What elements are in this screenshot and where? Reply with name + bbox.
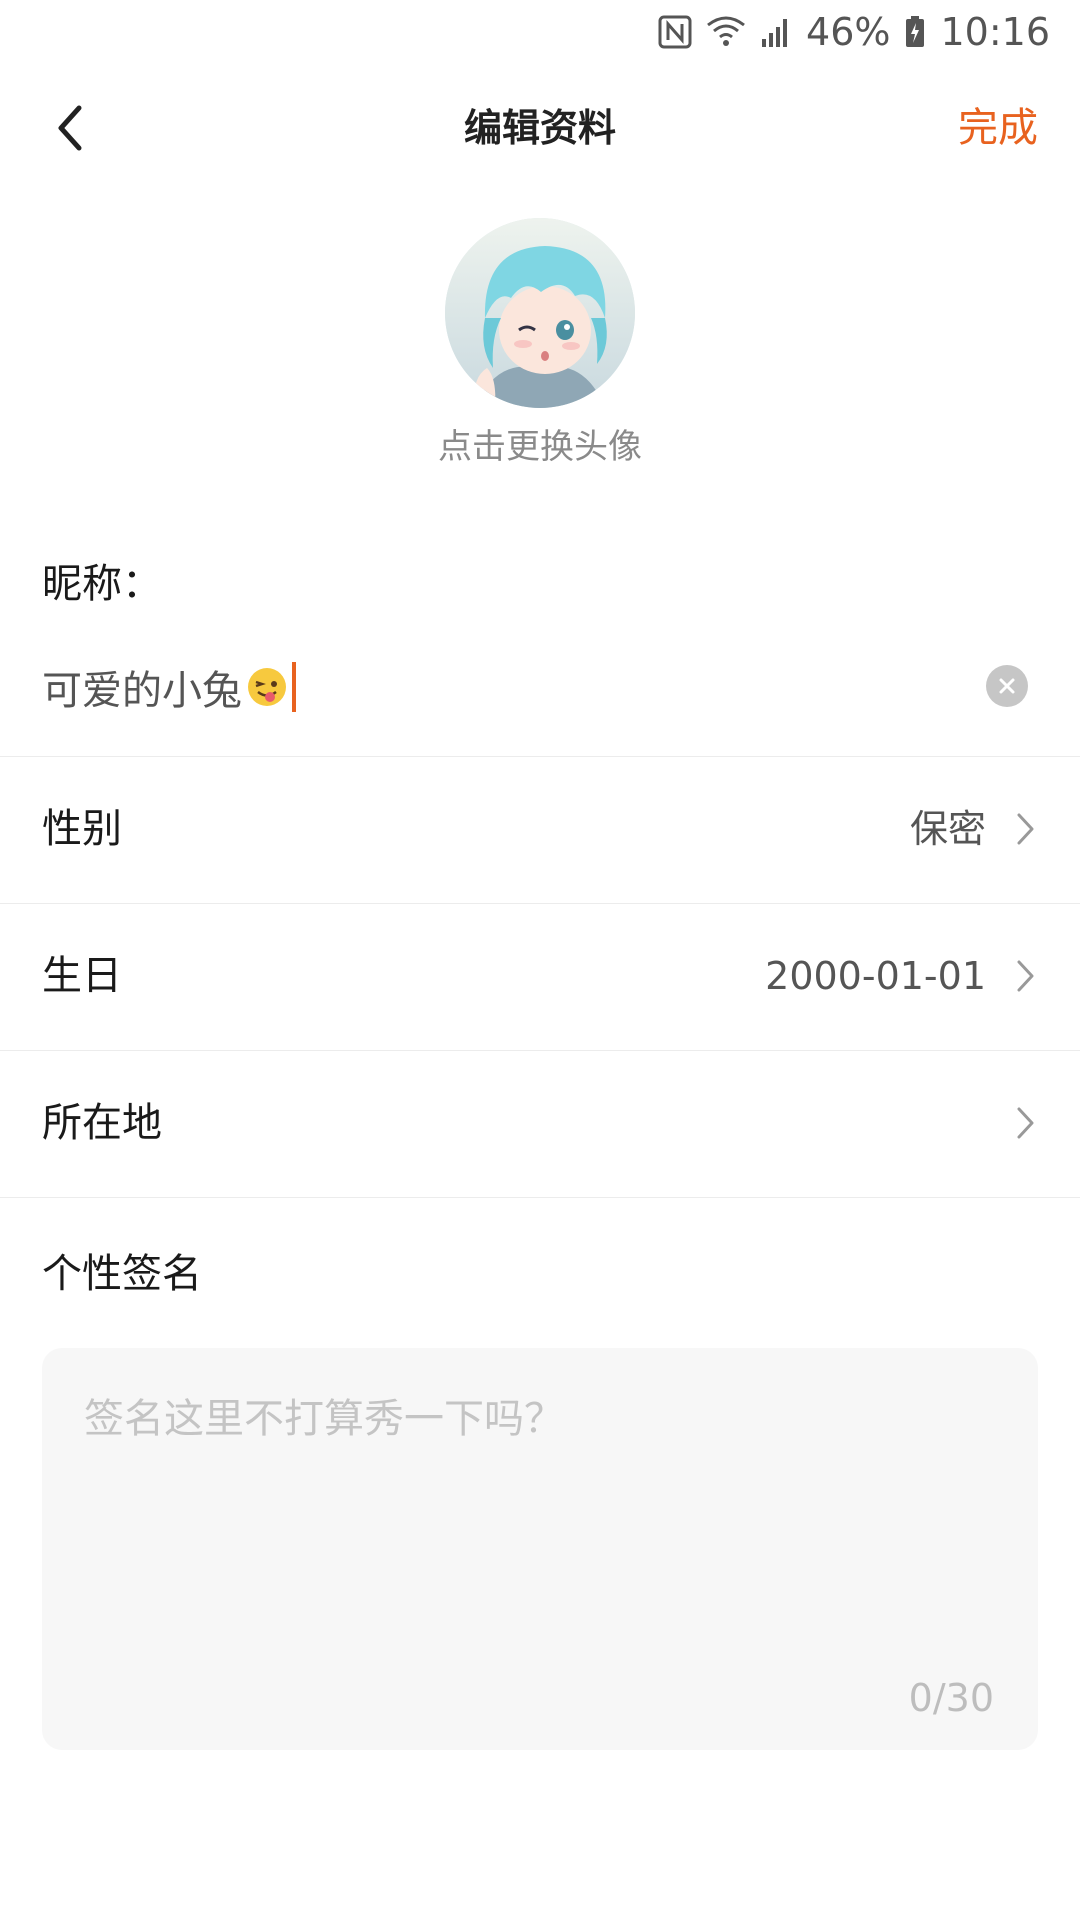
location-label: 所在地 <box>42 1100 162 1146</box>
birthday-value: 2000-01-01 <box>765 954 986 998</box>
nickname-input[interactable]: 可爱的小兔 <box>42 659 296 715</box>
gender-row[interactable]: 性别 保密 <box>0 757 1080 904</box>
avatar-image <box>445 218 635 408</box>
location-row[interactable]: 所在地 <box>0 1051 1080 1198</box>
gender-label: 性别 <box>42 806 122 852</box>
nickname-label: 昵称： <box>42 561 162 607</box>
chevron-right-icon <box>1017 960 1034 992</box>
signal-icon <box>760 15 792 49</box>
battery-percent: 46% <box>806 10 891 54</box>
winking-tongue-emoji-icon <box>246 666 288 708</box>
signature-box: 0/30 <box>42 1348 1038 1750</box>
birthday-label: 生日 <box>42 953 122 999</box>
navigation-header: 编辑资料 完成 <box>0 64 1080 192</box>
close-icon <box>999 678 1015 694</box>
chevron-right-icon <box>1017 1107 1034 1139</box>
text-cursor <box>292 662 296 712</box>
chevron-right-icon <box>1017 813 1034 845</box>
nickname-field-row: 可爱的小兔 <box>0 645 1080 757</box>
edit-profile-screen: 46% 10:16 编辑资料 完成 点击更换头像 昵称： 可爱的小兔 性别 保密… <box>0 0 1080 1920</box>
wifi-icon <box>706 15 746 49</box>
clear-nickname-button[interactable] <box>986 665 1028 707</box>
battery-icon <box>904 15 926 49</box>
status-bar: 46% 10:16 <box>0 0 1080 64</box>
clock-time: 10:16 <box>940 10 1050 54</box>
signature-label: 个性签名 <box>42 1251 202 1297</box>
birthday-row[interactable]: 生日 2000-01-01 <box>0 904 1080 1051</box>
change-avatar-hint[interactable]: 点击更换头像 <box>0 422 1080 472</box>
nickname-value: 可爱的小兔 <box>42 668 242 714</box>
done-button[interactable]: 完成 <box>958 98 1038 158</box>
page-title: 编辑资料 <box>463 106 616 150</box>
signature-textarea[interactable] <box>82 1384 986 1648</box>
nfc-icon <box>658 15 692 49</box>
gender-value: 保密 <box>909 807 986 851</box>
avatar[interactable] <box>445 218 635 408</box>
signature-char-counter: 0/30 <box>908 1676 994 1720</box>
